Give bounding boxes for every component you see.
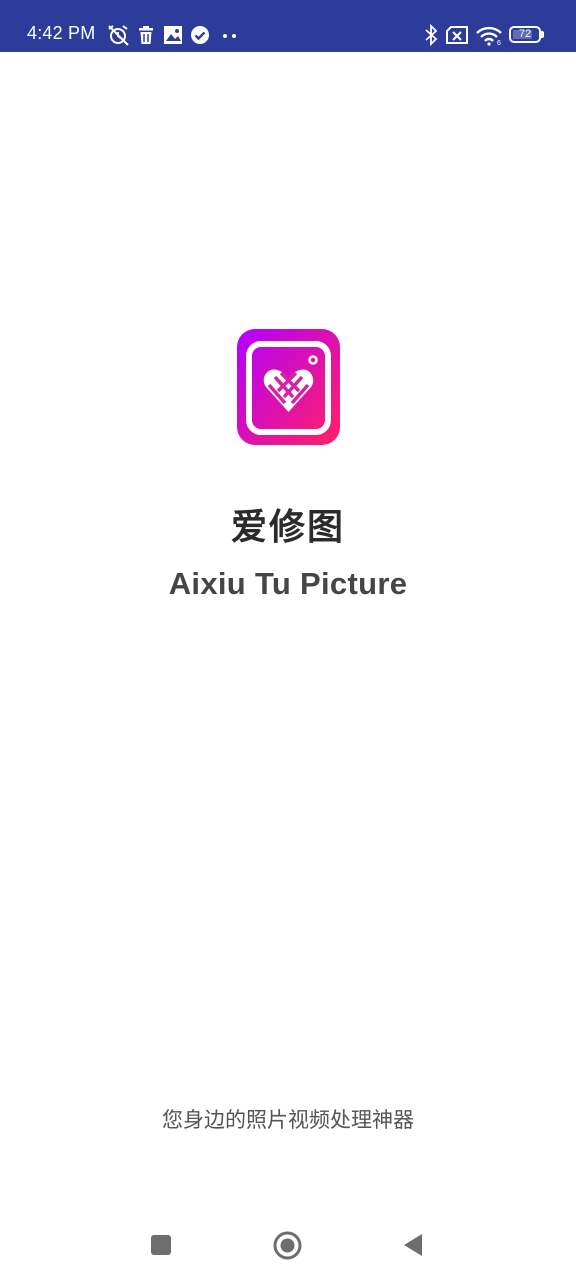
app-logo-icon [237,329,340,445]
status-time: 4:42 PM [27,23,96,43]
tagline: 您身边的照片视频处理神器 [162,1108,414,1132]
battery-icon: 72 [509,26,541,43]
app-name-english: Aixiu Tu Picture [168,566,408,601]
image-icon [164,26,182,44]
app-name-chinese: 爱修图 [230,507,345,548]
check-circle-icon [191,26,209,44]
navigation-bar [0,1205,576,1280]
bluetooth-icon [425,24,438,46]
battery-level: 72 [518,28,532,40]
svg-text:6: 6 [497,40,501,46]
back-button[interactable] [400,1232,426,1258]
trash-icon [139,26,153,44]
status-bar: 4:42 PM 6 72 [0,0,576,52]
battery-tip [541,31,544,38]
muted-alarm-icon [108,25,129,46]
more-dots-icon [223,34,236,38]
no-sim-icon [446,26,468,44]
wifi-icon: 6 [476,26,502,46]
home-button[interactable] [272,1230,303,1261]
recents-button[interactable] [149,1233,173,1257]
